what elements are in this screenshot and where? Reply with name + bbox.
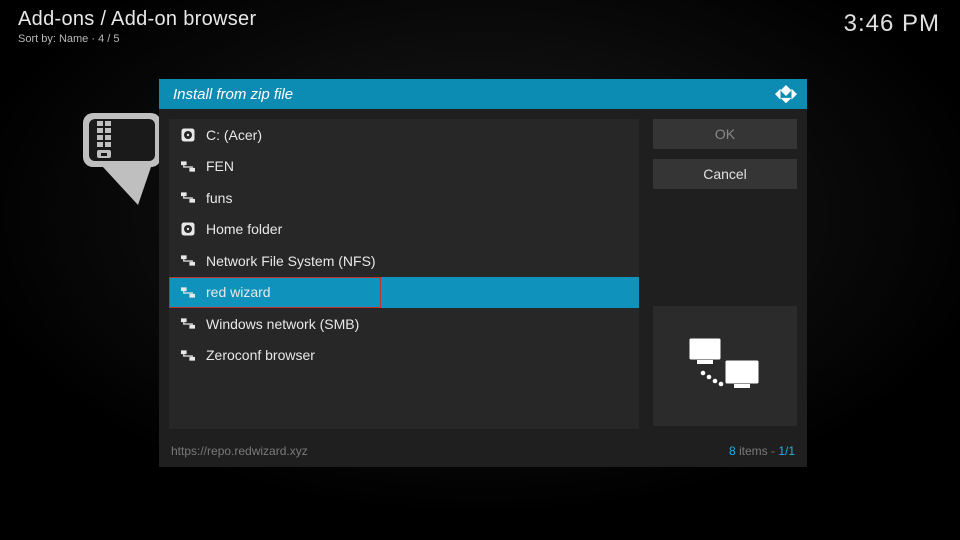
kodi-logo-icon bbox=[775, 85, 797, 103]
dialog-title: Install from zip file bbox=[173, 86, 293, 103]
file-row[interactable]: Network File System (NFS) bbox=[169, 245, 639, 277]
dialog-footer: https://repo.redwizard.xyz 8 items - 1/1 bbox=[159, 439, 807, 467]
file-row-label: Windows network (SMB) bbox=[206, 316, 359, 332]
breadcrumb: Add-ons / Add-on browser bbox=[18, 8, 256, 31]
file-row[interactable]: Home folder bbox=[169, 214, 639, 246]
file-row[interactable]: red wizard bbox=[169, 277, 639, 309]
file-row-label: FEN bbox=[206, 158, 234, 174]
dialog-body: C: (Acer) FEN funs Home folder Network File … bbox=[159, 109, 807, 439]
install-zip-dialog: Install from zip file C: (Acer) FEN funs Ho… bbox=[159, 79, 807, 467]
sort-info: Sort by: Name · 4 / 5 bbox=[18, 33, 256, 45]
clock: 3:46 PM bbox=[844, 10, 940, 38]
source-url: https://repo.redwizard.xyz bbox=[171, 444, 308, 458]
file-row[interactable]: funs bbox=[169, 182, 639, 214]
network-icon bbox=[181, 348, 195, 362]
file-row-label: Network File System (NFS) bbox=[206, 253, 376, 269]
ok-button[interactable]: OK bbox=[653, 119, 797, 149]
network-icon bbox=[181, 254, 195, 268]
file-row-label: C: (Acer) bbox=[206, 127, 262, 143]
disk-icon bbox=[181, 222, 195, 236]
file-row-label: Home folder bbox=[206, 221, 282, 237]
cancel-button[interactable]: Cancel bbox=[653, 159, 797, 189]
dialog-side-panel: OK Cancel bbox=[653, 119, 797, 429]
network-icon bbox=[181, 317, 195, 331]
file-row[interactable]: C: (Acer) bbox=[169, 119, 639, 151]
file-row-label: Zeroconf browser bbox=[206, 347, 315, 363]
network-computers-icon bbox=[687, 336, 763, 396]
file-row-label: funs bbox=[206, 190, 232, 206]
page-header: Add-ons / Add-on browser Sort by: Name ·… bbox=[18, 8, 256, 45]
network-icon bbox=[181, 159, 195, 173]
file-row[interactable]: Zeroconf browser bbox=[169, 340, 639, 372]
file-row[interactable]: FEN bbox=[169, 151, 639, 183]
network-icon bbox=[181, 191, 195, 205]
dialog-header: Install from zip file bbox=[159, 79, 807, 109]
network-icon bbox=[181, 285, 195, 299]
file-row[interactable]: Windows network (SMB) bbox=[169, 308, 639, 340]
file-row-label: red wizard bbox=[206, 284, 271, 300]
source-preview bbox=[653, 306, 797, 426]
file-row-highlight: red wizard bbox=[169, 277, 381, 309]
disk-icon bbox=[181, 128, 195, 142]
items-count: 8 items - 1/1 bbox=[729, 444, 795, 458]
file-browser-list[interactable]: C: (Acer) FEN funs Home folder Network File … bbox=[169, 119, 639, 429]
